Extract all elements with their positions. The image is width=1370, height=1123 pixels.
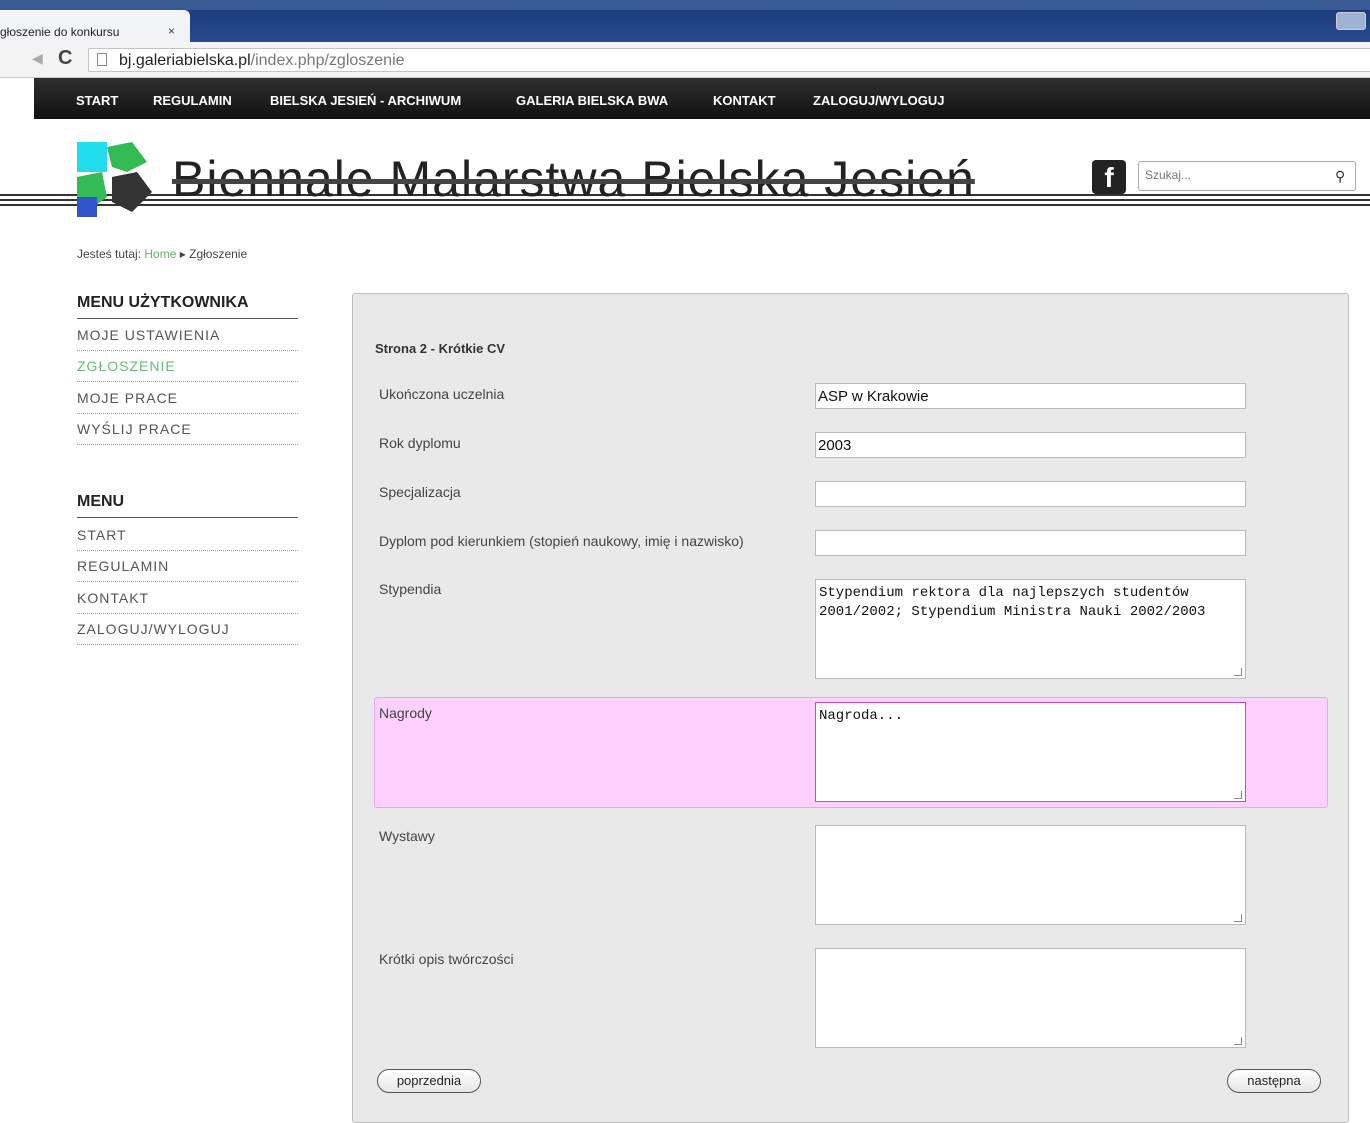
rok-dyplomu-input[interactable] xyxy=(815,432,1246,458)
search-input[interactable] xyxy=(1145,168,1325,182)
label-stypendia: Stypendia xyxy=(379,581,442,597)
stypendia-textarea[interactable]: Stypendium rektora dla najlepszych stude… xyxy=(815,579,1246,679)
breadcrumb-home-link[interactable]: Home xyxy=(144,247,176,261)
uczelnia-input[interactable] xyxy=(815,383,1246,409)
resize-handle-icon[interactable] xyxy=(1234,1037,1242,1045)
nagrody-textarea[interactable]: Nagroda... xyxy=(815,702,1246,802)
browser-tabstrip: głoszenie do konkursu × xyxy=(0,0,1370,42)
resize-handle-icon[interactable] xyxy=(1234,914,1242,922)
site-title[interactable]: Biennale Malarstwa Bielska Jesień xyxy=(172,150,975,208)
nav-item-archiwum[interactable]: BIELSKA JESIEŃ - ARCHIWUM xyxy=(270,93,461,108)
sidebar-item-start[interactable]: START xyxy=(77,527,298,551)
sidebar-item-wyslij-prace[interactable]: WYŚLIJ PRACE xyxy=(77,421,298,445)
main-nav: START REGULAMIN BIELSKA JESIEŃ - ARCHIWU… xyxy=(34,78,1370,119)
menu-title: MENU xyxy=(77,493,298,518)
specjalizacja-input[interactable] xyxy=(815,481,1246,507)
sidebar-item-zaloguj[interactable]: ZALOGUJ/WYLOGUJ xyxy=(77,621,298,645)
prev-button[interactable]: poprzednia xyxy=(377,1069,481,1093)
search-icon[interactable]: ⚲ xyxy=(1335,168,1345,185)
nav-item-regulamin[interactable]: REGULAMIN xyxy=(153,93,232,108)
url-text[interactable]: bj.galeriabielska.pl/index.php/zgloszeni… xyxy=(119,52,405,70)
reload-icon[interactable]: C xyxy=(58,47,72,70)
sidebar-item-zgloszenie[interactable]: ZGŁOSZENIE xyxy=(77,358,298,382)
label-rok-dyplomu: Rok dyplomu xyxy=(379,435,461,451)
tab-title: głoszenie do konkursu xyxy=(0,25,120,39)
opis-tworczosci-textarea[interactable] xyxy=(815,948,1246,1048)
form-page-heading: Strona 2 - Krótkie CV xyxy=(375,341,506,356)
next-button[interactable]: następna xyxy=(1227,1069,1321,1093)
label-specjalizacja: Specjalizacja xyxy=(379,484,461,500)
resize-handle-icon[interactable] xyxy=(1234,668,1242,676)
label-uczelnia: Ukończona uczelnia xyxy=(379,386,505,402)
sidebar-item-regulamin[interactable]: REGULAMIN xyxy=(77,558,298,582)
address-bar[interactable]: bj.galeriabielska.pl/index.php/zgloszeni… xyxy=(88,48,1370,72)
breadcrumb-prefix: Jesteś tutaj: xyxy=(77,247,142,261)
breadcrumb-separator-icon: ▸ xyxy=(179,247,186,261)
nav-item-zaloguj[interactable]: ZALOGUJ/WYLOGUJ xyxy=(813,93,944,108)
nav-item-start[interactable]: START xyxy=(76,93,118,108)
back-icon[interactable]: ◀ xyxy=(32,50,43,67)
site-logo[interactable] xyxy=(77,142,152,217)
wystawy-textarea[interactable] xyxy=(815,825,1246,925)
sidebar-item-moje-ustawienia[interactable]: MOJE USTAWIENIA xyxy=(77,327,298,351)
label-opis-tworczosci: Krótki opis twórczości xyxy=(379,951,514,967)
window-minimize-button[interactable] xyxy=(1336,12,1366,30)
left-margin xyxy=(0,78,34,1117)
browser-toolbar: ◀ C bj.galeriabielska.pl/index.php/zglos… xyxy=(0,42,1370,78)
resize-handle-icon[interactable] xyxy=(1234,791,1242,799)
breadcrumb-current: Zgłoszenie xyxy=(189,247,248,261)
label-dyplom-pod-kierunkiem: Dyplom pod kierunkiem (stopień naukowy, … xyxy=(379,533,744,549)
url-path: /index.php/zgloszenie xyxy=(250,52,405,69)
dyplom-pod-kierunkiem-input[interactable] xyxy=(815,530,1246,556)
nav-item-kontakt[interactable]: KONTAKT xyxy=(713,93,776,108)
label-wystawy: Wystawy xyxy=(379,828,435,844)
browser-tab[interactable]: głoszenie do konkursu × xyxy=(0,10,190,42)
tab-close-icon[interactable]: × xyxy=(168,24,175,38)
label-nagrody: Nagrody xyxy=(379,705,432,721)
nav-item-galeria[interactable]: GALERIA BIELSKA BWA xyxy=(516,93,668,108)
sidebar-item-moje-prace[interactable]: MOJE PRACE xyxy=(77,390,298,414)
page-icon xyxy=(97,53,107,66)
sidebar-item-kontakt[interactable]: KONTAKT xyxy=(77,590,298,614)
url-host: bj.galeriabielska.pl xyxy=(119,52,251,69)
breadcrumb: Jesteś tutaj: Home ▸ Zgłoszenie xyxy=(77,247,247,261)
facebook-icon[interactable]: f xyxy=(1092,160,1126,194)
search-box: ⚲ xyxy=(1138,161,1356,191)
user-menu-title: MENU UŻYTKOWNIKA xyxy=(77,294,298,319)
tabstrip-background xyxy=(0,10,1370,42)
